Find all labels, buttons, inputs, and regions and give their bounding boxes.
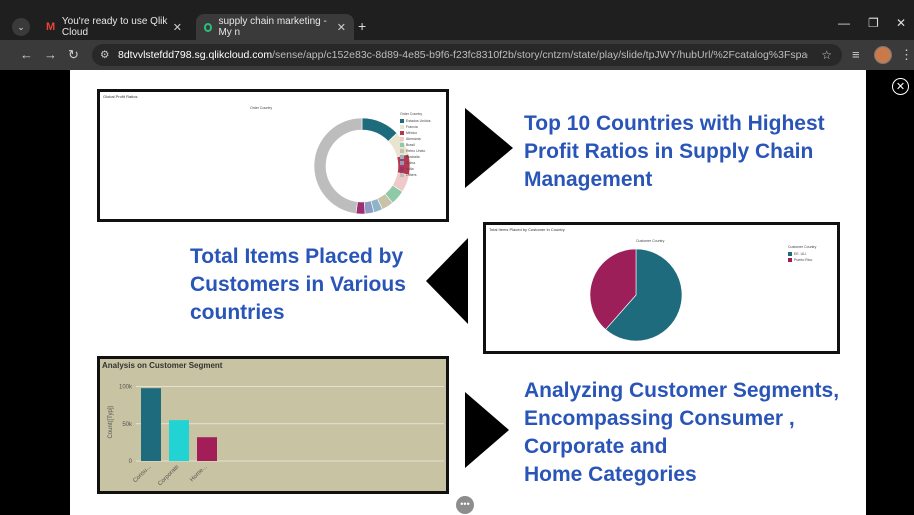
exit-presentation-icon[interactable]: ✕ xyxy=(892,78,909,95)
chart-global-profit-ratios[interactable]: Global Profit Ratios Order Country Order… xyxy=(97,89,449,222)
reading-list-icon[interactable]: ≡ xyxy=(852,47,860,62)
close-tab-icon[interactable]: ✕ xyxy=(337,21,346,34)
chart-items-by-country[interactable]: Total Items Placed by Customer in Countr… xyxy=(483,222,840,354)
legend-swatch xyxy=(400,173,404,178)
legend-label: India xyxy=(406,167,414,171)
url-text: 8dtvvlstefdd798.sg.qlikcloud.com/sense/a… xyxy=(118,49,808,61)
profile-avatar[interactable] xyxy=(874,46,892,64)
legend-label: China xyxy=(406,161,416,165)
tab-title: supply chain marketing - My n xyxy=(218,16,327,38)
heading-line: Customers in Various xyxy=(190,273,406,296)
heading-items-placed: Total Items Placed by Customers in Vario… xyxy=(190,243,406,327)
heading-line: Total Items Placed by xyxy=(190,245,404,268)
legend-item[interactable]: Francia xyxy=(400,125,418,130)
heading-customer-segments: Analyzing Customer Segments, Encompassin… xyxy=(524,377,839,489)
bar-0[interactable] xyxy=(141,388,161,461)
bar-chart: 100k 50k 0 Count([Typ]) Consu... Corporate Hom… xyxy=(108,385,444,488)
minimize-icon[interactable]: — xyxy=(838,16,850,30)
back-icon[interactable]: ← xyxy=(20,47,33,62)
chart-customer-segment[interactable]: Analysis on Customer Segment 100k 50k 0 Cou… xyxy=(97,356,449,494)
tab-search-icon[interactable]: ⌄ xyxy=(12,18,30,36)
legend-label: Reino Unido xyxy=(406,149,426,153)
legend-swatch xyxy=(400,149,404,154)
bar-1[interactable] xyxy=(169,420,189,461)
close-tab-icon[interactable]: ✕ xyxy=(173,21,182,34)
legend-swatch xyxy=(400,125,404,130)
heading-top-countries: Top 10 Countries with Highest Profit Rat… xyxy=(524,110,825,194)
legend-item[interactable]: Others xyxy=(400,173,417,178)
arrow-left-icon xyxy=(426,238,468,324)
legend-swatch xyxy=(400,131,404,136)
legend-title: Customer Country xyxy=(788,245,817,249)
legend-item[interactable]: Brasil xyxy=(400,143,415,148)
heading-line: Encompassing Consumer , xyxy=(524,407,795,430)
legend-label: Francia xyxy=(406,125,418,129)
legend-label: Brasil xyxy=(406,143,415,147)
legend-label: Others xyxy=(406,173,417,177)
legend-swatch xyxy=(400,137,404,142)
legend-item[interactable]: México xyxy=(400,131,418,136)
heading-line: Profit Ratios in Supply Chain xyxy=(524,140,814,163)
x-tick-label: Home... xyxy=(189,464,208,483)
heading-line: Analyzing Customer Segments, xyxy=(524,379,840,402)
more-options-icon[interactable]: ••• xyxy=(456,496,474,514)
pie-chart xyxy=(589,248,683,342)
arrow-right-icon xyxy=(465,108,513,188)
legend-swatch xyxy=(400,155,404,160)
new-tab-icon[interactable]: + xyxy=(358,18,366,34)
legend-label: EE. UU. xyxy=(794,252,807,256)
legend-swatch xyxy=(400,143,404,148)
close-window-icon[interactable]: ✕ xyxy=(896,16,906,30)
legend-swatch xyxy=(400,167,404,172)
legend-label: Australia xyxy=(406,155,420,159)
address-bar[interactable]: ⚙ 8dtvvlstefdd798.sg.qlikcloud.com/sense… xyxy=(92,44,842,66)
reload-icon[interactable]: ↻ xyxy=(68,47,79,63)
browser-tab-bar: ⌄ M You're ready to use Qlik Cloud ✕ sup… xyxy=(0,0,914,40)
legend-item[interactable]: China xyxy=(400,161,416,166)
browser-nav-bar: ← → ↻ ⚙ 8dtvvlstefdd798.sg.qlikcloud.com… xyxy=(0,40,914,70)
legend-item[interactable]: EE. UU. xyxy=(788,252,807,257)
legend-swatch xyxy=(788,258,792,263)
tab-qlik-cloud-email[interactable]: M You're ready to use Qlik Cloud ✕ xyxy=(38,14,190,40)
heading-line: Management xyxy=(524,168,653,191)
restore-icon[interactable]: ❐ xyxy=(868,16,879,30)
site-settings-icon[interactable]: ⚙ xyxy=(100,44,109,66)
legend-title: Order Country xyxy=(400,112,423,116)
heading-line: Home Categories xyxy=(524,463,697,486)
y-tick-label: 100k xyxy=(119,385,133,391)
legend-swatch xyxy=(788,252,792,257)
bookmark-star-icon[interactable]: ☆ xyxy=(821,44,832,66)
heading-line: Corporate and xyxy=(524,435,668,458)
legend-swatch xyxy=(400,119,404,124)
legend-label: México xyxy=(406,131,418,135)
arrow-right-icon xyxy=(465,392,509,468)
tab-supply-chain-marketing[interactable]: supply chain marketing - My n ✕ xyxy=(196,14,354,40)
tab-title: You're ready to use Qlik Cloud xyxy=(61,16,168,38)
x-tick-label: Consu... xyxy=(132,464,152,484)
legend-item[interactable]: Estados Unidos xyxy=(400,119,431,124)
legend-item[interactable]: India xyxy=(400,167,414,172)
legend-swatch xyxy=(400,161,404,166)
bar-2[interactable] xyxy=(197,437,217,461)
y-tick-label: 50k xyxy=(122,422,133,428)
menu-icon[interactable]: ⋮ xyxy=(900,47,913,63)
donut-chart xyxy=(313,117,411,215)
legend-item[interactable]: Alemania xyxy=(400,137,421,142)
y-tick-label: 0 xyxy=(129,459,133,465)
slice-others[interactable] xyxy=(313,117,363,214)
legend-item[interactable]: Puerto Rico xyxy=(788,258,813,263)
forward-icon[interactable]: → xyxy=(44,47,57,62)
heading-line: Top 10 Countries with Highest xyxy=(524,112,825,135)
legend-label: Puerto Rico xyxy=(794,258,813,262)
qlik-icon xyxy=(204,22,213,32)
x-tick-label: Corporate xyxy=(157,464,181,488)
gmail-icon: M xyxy=(46,21,56,33)
legend-label: Estados Unidos xyxy=(406,119,431,123)
y-axis-label: Count([Typ]) xyxy=(108,405,114,438)
legend-label: Alemania xyxy=(406,137,421,141)
legend-item[interactable]: Reino Unido xyxy=(400,149,426,154)
heading-line: countries xyxy=(190,301,285,324)
legend-item[interactable]: Australia xyxy=(400,155,420,160)
